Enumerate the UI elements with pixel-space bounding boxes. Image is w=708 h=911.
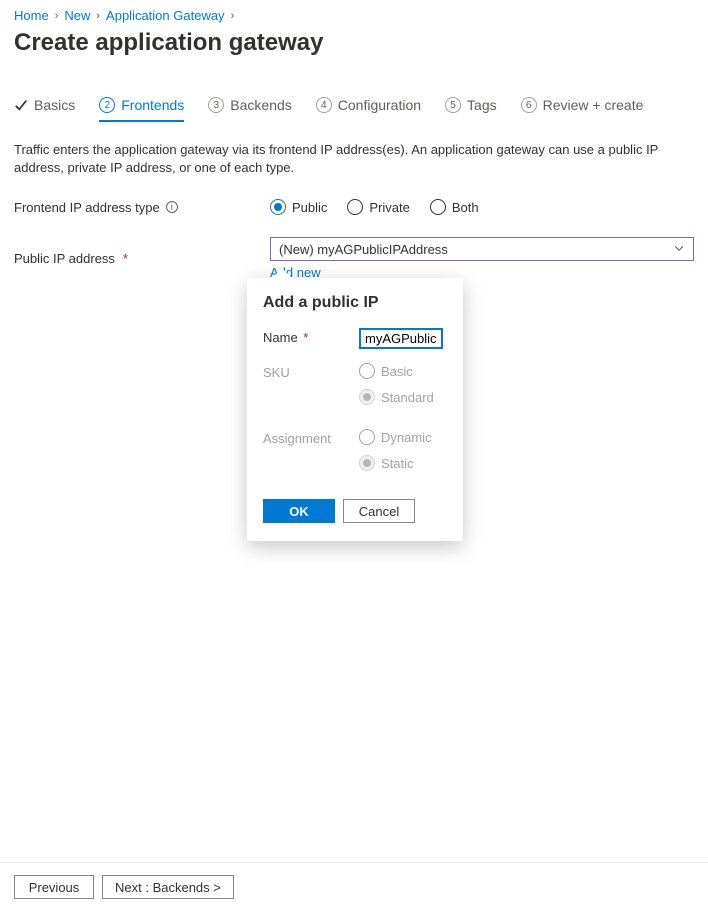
- radio-public[interactable]: Public: [270, 199, 327, 215]
- tab-label: Backends: [230, 97, 291, 113]
- tab-basics[interactable]: Basics: [14, 97, 75, 121]
- popup-sku-label: SKU: [263, 363, 359, 380]
- tab-label: Configuration: [338, 97, 421, 113]
- radio-sku-basic: Basic: [359, 363, 447, 379]
- popup-assignment-label: Assignment: [263, 429, 359, 446]
- radio-both[interactable]: Both: [430, 199, 479, 215]
- radio-label: Basic: [381, 364, 413, 379]
- radio-assignment-dynamic: Dynamic: [359, 429, 447, 445]
- tab-frontends[interactable]: 2 Frontends: [99, 97, 184, 121]
- add-public-ip-popup: Add a public IP Name * SKU Basic Standar…: [247, 278, 463, 541]
- breadcrumb-home[interactable]: Home: [14, 8, 49, 23]
- radio-label: Public: [292, 200, 327, 215]
- required-asterisk: *: [123, 251, 128, 266]
- previous-button[interactable]: Previous: [14, 875, 94, 899]
- breadcrumb-app-gateway[interactable]: Application Gateway: [106, 8, 225, 23]
- public-ip-select[interactable]: (New) myAGPublicIPAddress: [270, 237, 694, 261]
- wizard-tabs: Basics 2 Frontends 3 Backends 4 Configur…: [14, 97, 694, 121]
- radio-private[interactable]: Private: [347, 199, 409, 215]
- frontend-ip-type-radio-group: Public Private Both: [270, 199, 694, 215]
- chevron-down-icon: [673, 242, 685, 257]
- chevron-right-icon: ›: [55, 10, 59, 22]
- radio-label: Standard: [381, 390, 434, 405]
- select-value: (New) myAGPublicIPAddress: [279, 242, 448, 257]
- tab-description: Traffic enters the application gateway v…: [14, 141, 694, 177]
- popup-title: Add a public IP: [263, 294, 447, 312]
- check-icon: [14, 98, 28, 112]
- tab-index-badge: 2: [99, 97, 115, 113]
- radio-label: Static: [381, 456, 414, 471]
- tab-index-badge: 3: [208, 97, 224, 113]
- radio-label: Both: [452, 200, 479, 215]
- breadcrumb-new[interactable]: New: [64, 8, 90, 23]
- page-title: Create application gateway: [14, 29, 694, 57]
- tab-tags[interactable]: 5 Tags: [445, 97, 497, 121]
- public-ip-label: Public IP address*: [14, 237, 270, 280]
- required-asterisk: *: [300, 330, 309, 345]
- tab-label: Tags: [467, 97, 497, 113]
- tab-index-badge: 5: [445, 97, 461, 113]
- tab-label: Frontends: [121, 97, 184, 113]
- tab-label: Basics: [34, 97, 75, 113]
- tab-label: Review + create: [543, 97, 644, 113]
- tab-backends[interactable]: 3 Backends: [208, 97, 291, 121]
- popup-name-label: Name *: [263, 328, 359, 345]
- wizard-footer: Previous Next : Backends >: [0, 862, 708, 911]
- ok-button[interactable]: OK: [263, 499, 335, 523]
- tab-review-create[interactable]: 6 Review + create: [521, 97, 644, 121]
- frontend-ip-type-label: Frontend IP address type i: [14, 199, 270, 215]
- chevron-right-icon: ›: [231, 10, 235, 22]
- radio-label: Private: [369, 200, 409, 215]
- next-button[interactable]: Next : Backends >: [102, 875, 234, 899]
- radio-sku-standard: Standard: [359, 389, 447, 405]
- chevron-right-icon: ›: [96, 10, 100, 22]
- tab-index-badge: 4: [316, 97, 332, 113]
- info-icon[interactable]: i: [166, 201, 178, 213]
- breadcrumb: Home › New › Application Gateway ›: [14, 8, 694, 23]
- tab-configuration[interactable]: 4 Configuration: [316, 97, 421, 121]
- radio-label: Dynamic: [381, 430, 432, 445]
- popup-name-input[interactable]: [359, 328, 443, 349]
- tab-index-badge: 6: [521, 97, 537, 113]
- cancel-button[interactable]: Cancel: [343, 499, 415, 523]
- radio-assignment-static: Static: [359, 455, 447, 471]
